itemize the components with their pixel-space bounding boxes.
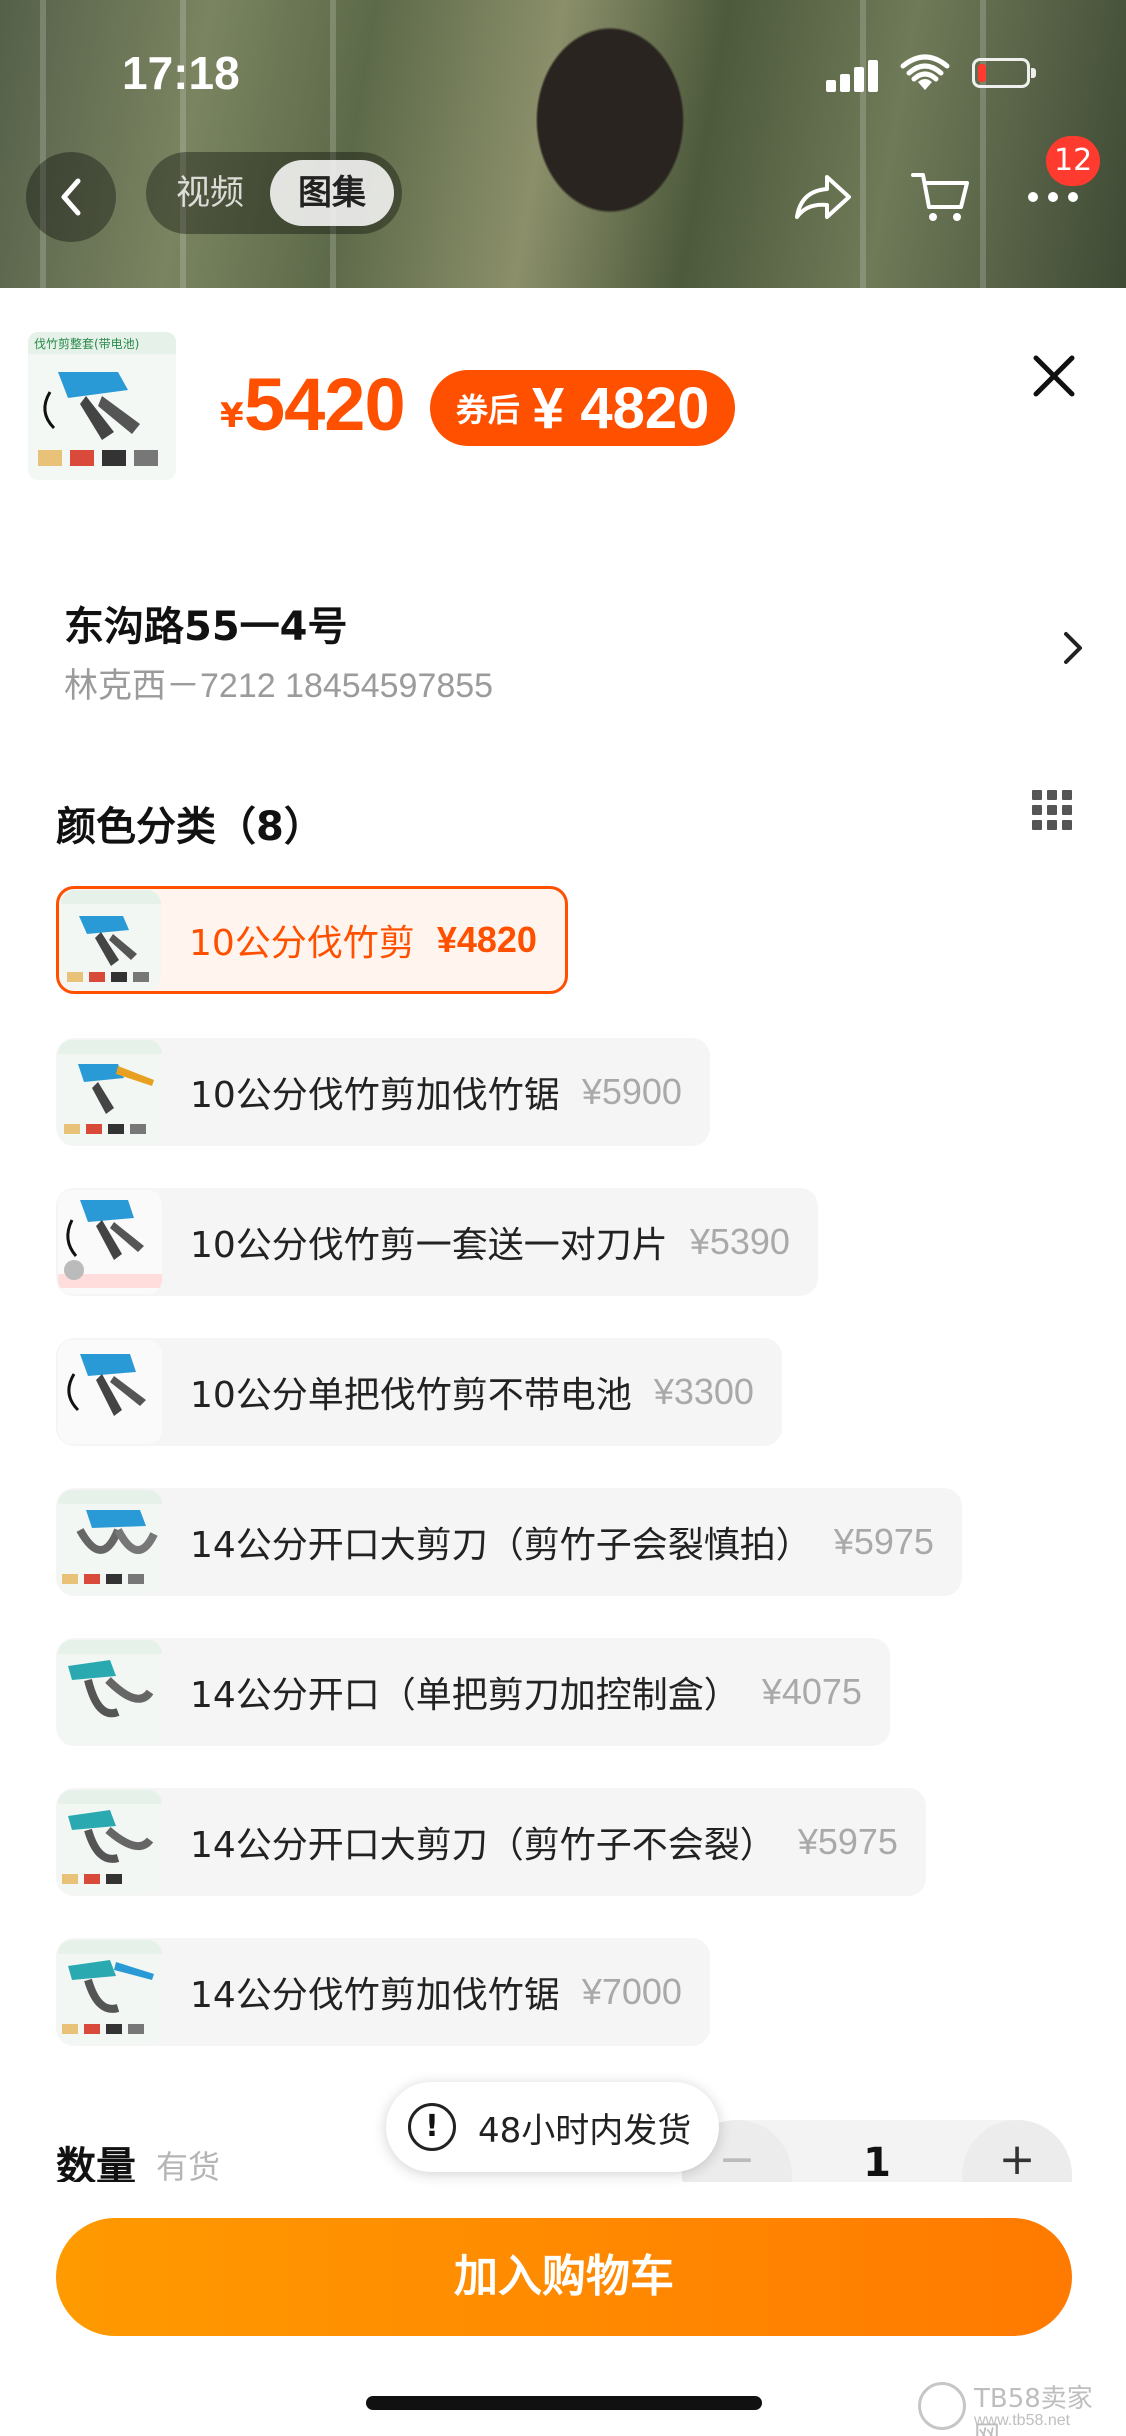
options-section-title: 颜色分类（8） [56,804,324,850]
watermark-url: www.tb58.net [974,2412,1071,2429]
battery-icon [972,58,1036,88]
coupon-price-badge: 券后 ¥ 4820 [430,370,736,446]
coupon-price: ¥ 4820 [532,375,710,441]
sku-option[interactable]: 14公分开口大剪刀（剪竹子不会裂） ¥5975 [56,1788,926,1896]
product-image: 伐竹剪整套(带电池) [28,332,176,466]
wifi-icon [900,54,950,90]
coupon-label: 券后 [456,391,521,429]
sku-option-image [58,1940,162,2044]
sku-option-price: ¥4075 [761,1671,862,1712]
sku-option-name: 14公分开口大剪刀（剪竹子不会裂） [190,1825,776,1866]
close-icon[interactable] [1026,348,1082,404]
sku-option-image [58,1640,162,1744]
sku-option-name: 14公分开口大剪刀（剪竹子会裂慎拍） [190,1525,812,1566]
sku-option-name: 14公分开口（单把剪刀加控制盒） [190,1675,740,1716]
thumb-caption: 伐竹剪整套(带电池) [34,336,139,351]
sku-option[interactable]: 14公分开口（单把剪刀加控制盒） ¥4075 [56,1638,890,1746]
sku-option-image [58,1490,162,1594]
alert-icon: ! [408,2103,456,2151]
share-icon [795,175,851,219]
quantity-label: 数量 [56,2144,136,2182]
shipping-toast: ! 48小时内发货 [386,2082,720,2172]
status-bar: 17:18 [0,40,1126,110]
home-indicator[interactable] [366,2396,762,2410]
sku-option-price: ¥7000 [581,1971,682,2012]
sku-option-name: 10公分伐竹剪加伐竹锯 [190,1075,560,1116]
sku-option-price: ¥3300 [653,1371,754,1412]
cart-icon [911,173,969,221]
address-contact[interactable]: 林克西－7212 18454597855 [64,658,493,707]
sku-option-image [58,1040,162,1144]
sku-option-price: ¥5975 [833,1521,934,1562]
sku-option[interactable]: 10公分伐竹剪加伐竹锯 ¥5900 [56,1038,710,1146]
status-time: 17:18 [122,47,240,99]
sku-option[interactable]: 14公分开口大剪刀（剪竹子会裂慎拍） ¥5975 [56,1488,962,1596]
sku-option-name: 10公分伐竹剪一套送一对刀片 [190,1225,668,1266]
cellular-signal-icon [826,58,882,92]
sku-option-price: ¥5975 [797,1821,898,1862]
sku-option-price: ¥5900 [581,1071,682,1112]
chevron-left-icon [61,178,81,216]
more-dots-icon [1028,192,1078,202]
sku-selection-sheet: 伐竹剪整套(带电池) ¥ 5420 券后 ¥ 4820 东沟路55一4号 林克西… [0,288,1126,2436]
sku-option[interactable]: 10公分伐竹剪 ¥4820 [56,886,568,994]
sku-option-price: ¥4820 [436,919,537,960]
watermark-logo-icon [918,2382,966,2430]
sku-option-price: ¥5390 [689,1221,790,1262]
sku-option-name: 10公分单把伐竹剪不带电池 [190,1375,632,1416]
sku-option[interactable]: 10公分单把伐竹剪不带电池 ¥3300 [56,1338,782,1446]
sku-option[interactable]: 14公分伐竹剪加伐竹锯 ¥7000 [56,1938,710,2046]
price-value: 5420 [244,363,406,446]
sku-option-image [58,1790,162,1894]
chevron-right-icon[interactable] [1058,628,1088,668]
address-line[interactable]: 东沟路55一4号 [64,594,348,652]
sku-option[interactable]: 10公分伐竹剪一套送一对刀片 ¥5390 [56,1188,818,1296]
quantity-stepper: − 1 + [682,2120,1072,2182]
selected-product-thumbnail[interactable]: 伐竹剪整套(带电池) [28,332,176,480]
cart-nav-button[interactable] [896,152,986,242]
media-tab-switcher: 视频 图集 [146,152,402,234]
tab-gallery[interactable]: 图集 [270,160,394,226]
stock-status: 有货 [156,2148,221,2182]
price-currency: ¥ [220,396,244,436]
quantity-value[interactable]: 1 [832,2140,922,2182]
tab-video[interactable]: 视频 [154,160,266,226]
share-button[interactable] [778,152,868,242]
toast-text: 48小时内发货 [478,2110,692,2151]
sku-option-image [58,1340,162,1444]
sku-option-image [58,1190,162,1294]
grid-view-icon[interactable] [1030,788,1074,832]
sku-option-name: 10公分伐竹剪 [189,923,415,964]
sku-option-image [61,890,161,990]
back-button[interactable] [26,152,116,242]
message-count-badge: 12 [1046,136,1101,186]
quantity-increase-button[interactable]: + [962,2120,1072,2182]
watermark: TB58卖家网 www.tb58.net [918,2378,1118,2436]
add-to-cart-button[interactable]: 加入购物车 [56,2218,1072,2336]
sku-option-name: 14公分伐竹剪加伐竹锯 [190,1975,560,2016]
